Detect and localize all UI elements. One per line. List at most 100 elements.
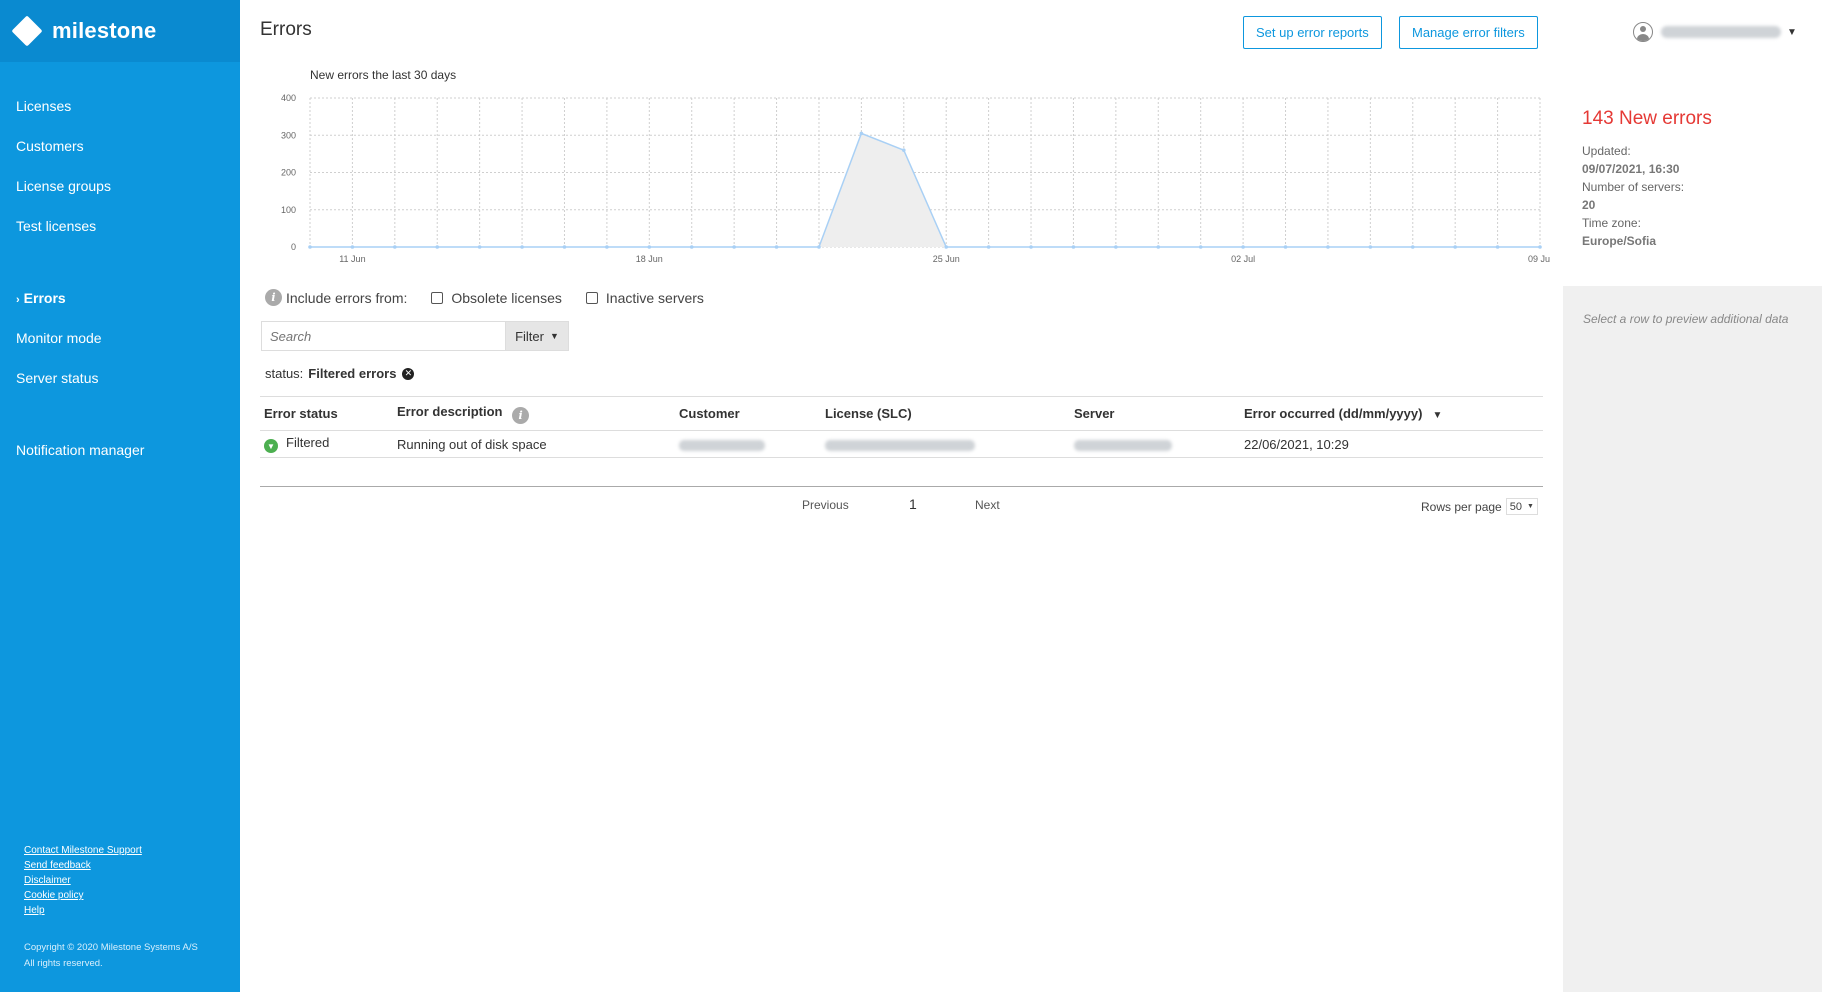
sidebar-item-server-status[interactable]: Server status — [16, 370, 98, 386]
data-point — [1241, 245, 1245, 249]
manage-error-filters-button[interactable]: Manage error filters — [1399, 16, 1538, 49]
setup-error-reports-button[interactable]: Set up error reports — [1243, 16, 1382, 49]
data-point — [1326, 245, 1330, 249]
disclaimer-link[interactable]: Disclaimer — [24, 873, 142, 888]
data-point — [689, 245, 694, 249]
series-area — [310, 133, 1540, 247]
rows-per-page-value: 50 — [1509, 500, 1522, 513]
data-point — [859, 131, 864, 136]
filter-chip-value: Filtered errors — [308, 366, 397, 381]
next-page-button[interactable]: Next — [975, 498, 1000, 512]
sidebar-item-licenses[interactable]: Licenses — [16, 98, 71, 114]
sidebar-item-test-licenses[interactable]: Test licenses — [16, 218, 96, 234]
filter-button[interactable]: Filter ▼ — [505, 321, 569, 351]
data-point — [1453, 245, 1457, 249]
filter-status-icon: ▼ — [264, 439, 278, 454]
customer-cell — [675, 430, 821, 458]
previous-page-button[interactable]: Previous — [802, 498, 849, 512]
column-header-server[interactable]: Server — [1070, 396, 1240, 431]
search-input[interactable] — [261, 321, 506, 351]
data-point — [774, 245, 779, 249]
caret-down-icon: ▼ — [549, 331, 559, 341]
column-header-label: Error occurred (dd/mm/yyyy) — [1244, 406, 1423, 421]
data-point — [944, 245, 949, 249]
server-cell — [1070, 430, 1240, 458]
data-point — [1198, 245, 1203, 249]
data-point — [986, 245, 991, 249]
server-redacted — [1074, 439, 1172, 451]
column-header-error-description[interactable]: Error description i — [393, 396, 675, 431]
data-point — [1283, 245, 1288, 249]
y-tick-label: 100 — [281, 205, 296, 215]
sidebar-item-license-groups[interactable]: License groups — [16, 178, 111, 194]
servers-value: 20 — [1582, 198, 1596, 212]
info-icon[interactable]: i — [512, 406, 530, 424]
include-errors-label: Include errors from: — [286, 289, 408, 306]
license-cell — [821, 430, 1070, 458]
data-point — [1029, 245, 1033, 249]
sidebar-item-label: Errors — [23, 290, 66, 306]
chart-title: New errors the last 30 days — [310, 68, 457, 82]
filter-label: Filter — [515, 328, 544, 344]
data-point — [605, 245, 609, 249]
help-link[interactable]: Help — [24, 903, 142, 918]
sidebar-item-customers[interactable]: Customers — [16, 138, 84, 154]
data-point — [1071, 245, 1076, 249]
brand-logo[interactable]: milestone — [0, 0, 240, 62]
close-icon[interactable]: ✕ — [402, 367, 415, 380]
rows-per-page-label: Rows per page — [1421, 499, 1502, 514]
chevron-right-icon: › — [16, 294, 20, 306]
include-errors-row: i Include errors from: Obsolete licenses… — [265, 289, 704, 306]
send-feedback-link[interactable]: Send feedback — [24, 858, 142, 873]
column-header-error-status[interactable]: Error status — [260, 396, 393, 431]
user-email-redacted — [1661, 26, 1781, 38]
column-header-license[interactable]: License (SLC) — [821, 396, 1070, 431]
error-occurred-cell: 22/06/2021, 10:29 — [1240, 430, 1543, 458]
x-tick-label: 02 Jul — [1231, 254, 1255, 264]
column-header-label: Error description — [397, 403, 503, 419]
data-point — [817, 245, 821, 249]
contact-support-link[interactable]: Contact Milestone Support — [24, 843, 142, 858]
sort-desc-icon: ▼ — [1432, 410, 1443, 421]
table-row[interactable]: ▼ Filtered Running out of disk space 22/0… — [260, 430, 1543, 458]
data-point — [477, 245, 482, 249]
x-tick-label: 25 Jun — [933, 254, 960, 264]
column-header-customer[interactable]: Customer — [675, 396, 821, 431]
data-point — [901, 148, 906, 152]
y-tick-label: 400 — [281, 93, 296, 103]
column-header-error-occurred[interactable]: Error occurred (dd/mm/yyyy) ▼ — [1240, 396, 1543, 431]
current-page-number[interactable]: 1 — [909, 496, 917, 512]
y-tick-label: 0 — [291, 242, 296, 252]
data-point — [1368, 245, 1373, 249]
data-point — [308, 245, 312, 249]
servers-label: Number of servers: — [1582, 180, 1685, 194]
info-icon[interactable]: i — [265, 289, 282, 306]
sidebar-item-notification-manager[interactable]: Notification manager — [16, 442, 144, 458]
x-tick-label: 18 Jun — [636, 254, 663, 264]
inactive-servers-label: Inactive servers — [605, 289, 704, 306]
rows-per-page-select[interactable]: 50 ▼ — [1505, 498, 1538, 515]
obsolete-licenses-label: Obsolete licenses — [451, 289, 562, 306]
updated-label: Updated: — [1582, 144, 1631, 158]
rows-per-page: Rows per page 50 ▼ — [1421, 498, 1538, 515]
data-point — [1495, 245, 1500, 249]
user-menu[interactable]: ▼ — [1633, 22, 1797, 42]
errors-chart: 0 100 200 300 400 11 Jun 18 Jun 25 Jun 02 Jul 09 … — [281, 93, 1550, 264]
caret-down-icon: ▼ — [1526, 503, 1534, 510]
data-point — [732, 245, 736, 249]
updated-value: 09/07/2021, 16:30 — [1582, 162, 1680, 176]
filter-chip-key: status: — [265, 366, 304, 381]
inactive-servers-checkbox[interactable] — [585, 291, 598, 304]
y-tick-label: 200 — [281, 168, 296, 178]
cookie-policy-link[interactable]: Cookie policy — [24, 888, 142, 903]
copyright: Copyright © 2020 Milestone Systems A/S A… — [24, 940, 198, 972]
obsolete-licenses-checkbox[interactable] — [431, 291, 444, 304]
copyright-line: Copyright © 2020 Milestone Systems A/S — [24, 942, 198, 953]
sidebar-item-monitor-mode[interactable]: Monitor mode — [16, 330, 102, 346]
timezone-value: Europe/Sofia — [1582, 234, 1657, 248]
copyright-line: All rights reserved. — [24, 958, 103, 969]
data-point — [1114, 245, 1118, 249]
active-filter-chip: status: Filtered errors ✕ — [265, 366, 415, 381]
diamond-logo-icon — [11, 15, 43, 47]
sidebar-item-errors[interactable]: › Errors — [16, 290, 66, 306]
